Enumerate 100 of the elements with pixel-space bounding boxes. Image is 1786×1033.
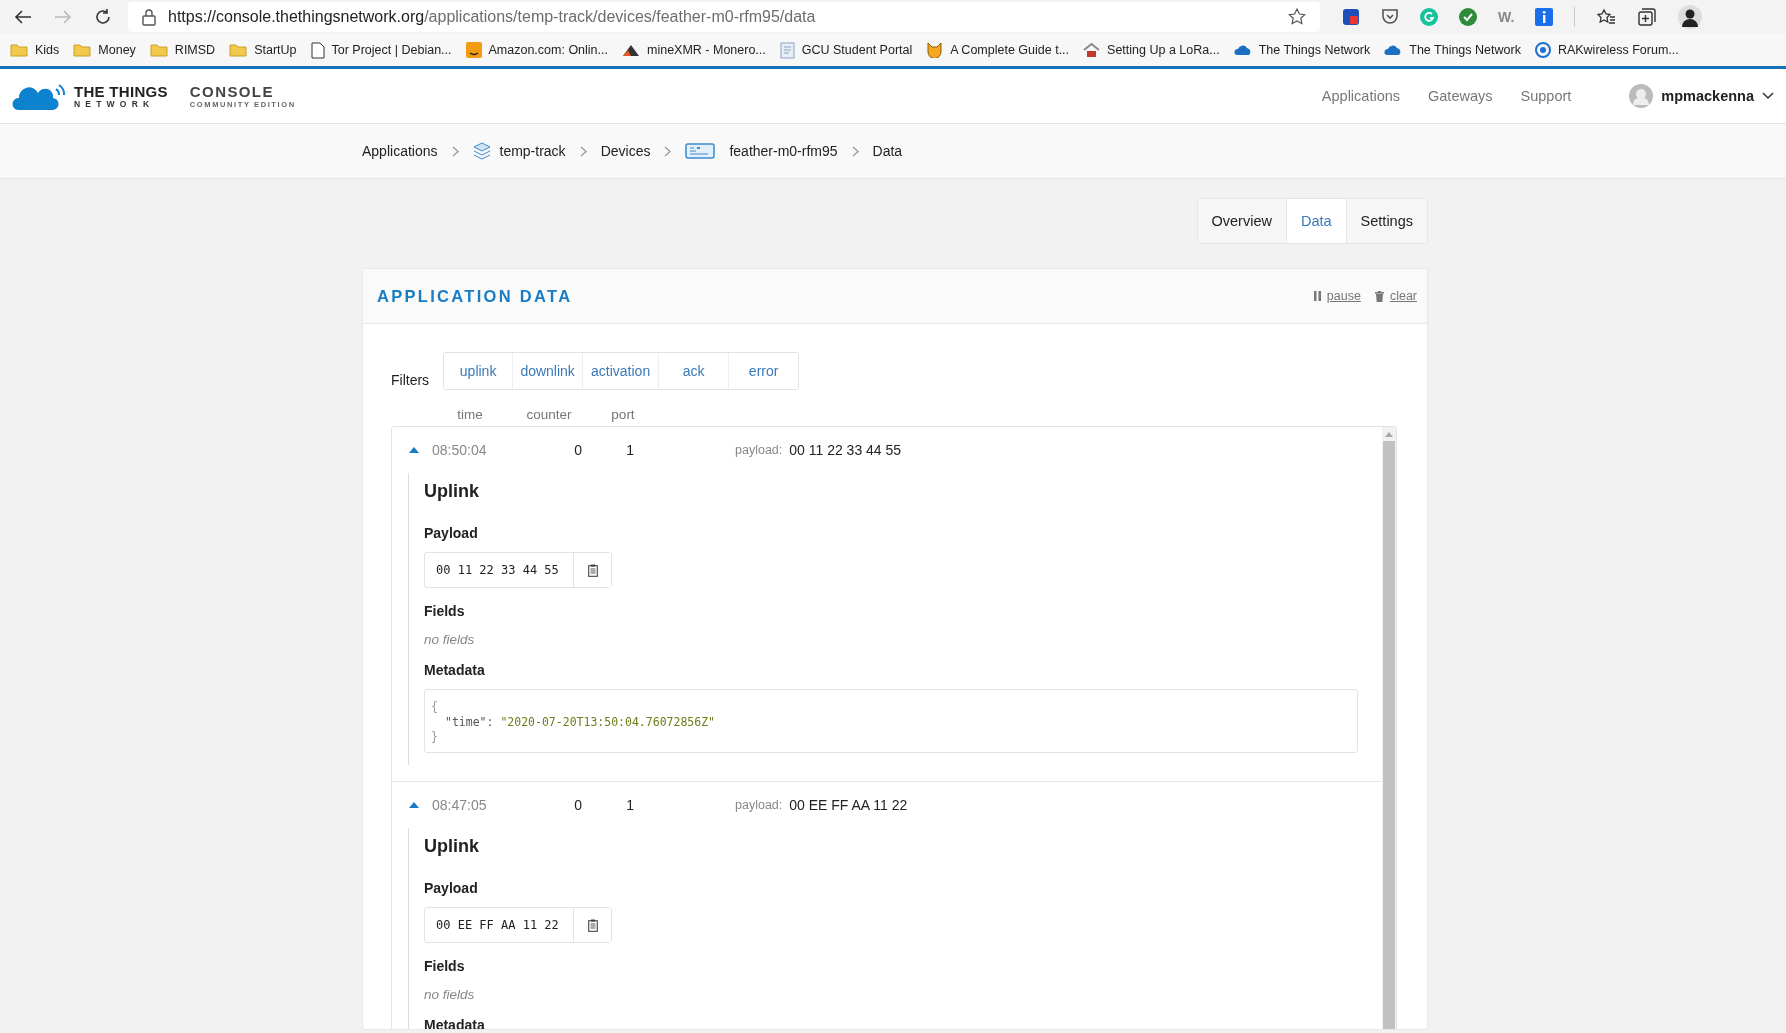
profile-avatar-icon[interactable] bbox=[1678, 5, 1703, 29]
nav-link[interactable]: Support bbox=[1520, 88, 1572, 104]
pause-icon bbox=[1313, 291, 1321, 301]
document-icon bbox=[779, 41, 795, 59]
copy-button[interactable] bbox=[573, 553, 611, 587]
copy-button[interactable] bbox=[573, 908, 611, 942]
message-port: 1 bbox=[625, 442, 634, 458]
action-link[interactable]: pause bbox=[1313, 289, 1361, 303]
column-header: counter bbox=[525, 406, 573, 422]
nav-link[interactable]: Applications bbox=[1321, 88, 1401, 104]
bookmark[interactable]: StartUp bbox=[229, 43, 297, 57]
bookmark[interactable]: Kids bbox=[10, 43, 60, 57]
cloud-logo-icon bbox=[12, 81, 66, 111]
bookmark[interactable]: Amazon.com: Onlin... bbox=[465, 42, 608, 58]
tab[interactable]: Data bbox=[1285, 199, 1346, 243]
bookmark[interactable]: Setting Up a LoRa... bbox=[1083, 42, 1220, 58]
favorites-icon[interactable] bbox=[1596, 8, 1617, 26]
shield-icon[interactable] bbox=[1342, 8, 1360, 26]
section-heading: Payload bbox=[424, 525, 478, 541]
info-icon[interactable] bbox=[1535, 8, 1554, 26]
document-icon bbox=[310, 41, 325, 59]
roof-icon bbox=[1083, 42, 1101, 58]
message-row[interactable]: 08:47:05 0 1 payload: 00 EE FF AA 11 22 bbox=[392, 782, 1382, 828]
lock-icon bbox=[142, 8, 156, 26]
message-type-title: Uplink bbox=[424, 481, 479, 502]
star-icon[interactable] bbox=[1288, 8, 1306, 26]
scrollbar[interactable] bbox=[1382, 427, 1396, 1029]
reload-icon[interactable] bbox=[94, 8, 112, 26]
chevron-right-icon bbox=[851, 145, 859, 157]
chevron-right-icon bbox=[579, 145, 587, 157]
payload-label: payload: bbox=[735, 798, 783, 812]
collections-icon[interactable] bbox=[1637, 7, 1658, 27]
caret-up-icon bbox=[409, 447, 419, 453]
payload-label: payload: bbox=[735, 443, 783, 457]
action-link[interactable]: clear bbox=[1374, 289, 1417, 303]
breadcrumb-link[interactable]: feather-m0-rfm95 bbox=[685, 142, 838, 160]
cloud-icon bbox=[1233, 44, 1252, 56]
payload-field[interactable]: 00 11 22 33 44 55 bbox=[424, 552, 612, 588]
check-circle-icon[interactable] bbox=[1459, 8, 1477, 26]
chevron-right-icon bbox=[451, 145, 459, 157]
column-header: time bbox=[456, 406, 484, 422]
device-board-icon bbox=[685, 142, 716, 160]
address-bar[interactable]: https://console.thethingsnetwork.org/applications/temp-track/devices/feather-m0-rfm95/data bbox=[128, 2, 1320, 32]
filters-label: Filters bbox=[391, 372, 430, 388]
filter-button[interactable]: error bbox=[728, 353, 799, 389]
column-header: port bbox=[610, 406, 636, 422]
cloud-icon bbox=[1384, 44, 1403, 56]
message-counter: 0 bbox=[573, 442, 582, 458]
stack-icon bbox=[472, 142, 491, 160]
breadcrumb-link[interactable]: Data bbox=[872, 143, 903, 159]
user-menu[interactable]: mpmackenna bbox=[1629, 84, 1774, 108]
message-port: 1 bbox=[625, 797, 634, 813]
bookmark[interactable]: Tor Project | Debian... bbox=[310, 41, 452, 59]
code-brace: { bbox=[431, 700, 438, 715]
breadcrumb-link[interactable]: Devices bbox=[600, 143, 651, 159]
code-line: "time": "2020-07-20T13:50:04.76072856Z" bbox=[444, 715, 716, 730]
caret-up-icon bbox=[409, 802, 419, 808]
folder-icon bbox=[229, 43, 248, 57]
product-name: CONSOLE bbox=[189, 83, 275, 99]
bookmark[interactable]: mineXMR - Monero... bbox=[622, 43, 766, 57]
folder-icon bbox=[149, 43, 168, 57]
payload-value: 00 EE FF AA 11 22 bbox=[789, 797, 908, 813]
breadcrumb-link[interactable]: Applications bbox=[362, 143, 438, 159]
card-title: APPLICATION DATA bbox=[377, 286, 573, 306]
logo-subtitle: NETWORK bbox=[74, 99, 156, 109]
nav-link[interactable]: Gateways bbox=[1428, 88, 1493, 104]
mountain-icon bbox=[622, 43, 640, 57]
cat-face-icon bbox=[926, 42, 944, 58]
bookmark[interactable]: The Things Network bbox=[1233, 43, 1371, 57]
section-heading: Fields bbox=[424, 958, 465, 974]
section-heading: Metadata bbox=[424, 662, 485, 678]
back-arrow-icon[interactable] bbox=[14, 9, 32, 25]
smile-square-icon bbox=[465, 42, 482, 58]
bookmark[interactable]: Money bbox=[73, 43, 136, 57]
bookmark[interactable]: The Things Network bbox=[1384, 43, 1521, 57]
pocket-icon[interactable] bbox=[1381, 8, 1399, 26]
message-time: 08:47:05 bbox=[432, 797, 488, 813]
logo-title: THE THINGS bbox=[74, 83, 168, 99]
folder-icon bbox=[73, 43, 92, 57]
folder-icon bbox=[10, 43, 28, 57]
chevron-down-icon bbox=[1762, 92, 1774, 100]
message-row[interactable]: 08:50:04 0 1 payload: 00 11 22 33 44 55 bbox=[392, 427, 1382, 473]
clipboard-icon bbox=[587, 563, 598, 577]
scroll-up-arrow-icon bbox=[1385, 432, 1393, 437]
empty-fields-note: no fields bbox=[424, 632, 475, 647]
avatar-icon bbox=[1629, 84, 1654, 108]
empty-fields-note: no fields bbox=[424, 987, 475, 1002]
bookmark[interactable]: RAKwireless Forum... bbox=[1534, 42, 1679, 58]
section-heading: Payload bbox=[424, 880, 478, 896]
message-type-title: Uplink bbox=[424, 836, 479, 857]
payload-field[interactable]: 00 EE FF AA 11 22 bbox=[424, 907, 612, 943]
clipboard-icon bbox=[587, 918, 598, 932]
tab[interactable]: Settings bbox=[1345, 199, 1427, 243]
section-heading: Fields bbox=[424, 603, 465, 619]
breadcrumb-link[interactable]: temp-track bbox=[472, 142, 566, 160]
chevron-right-icon bbox=[664, 145, 672, 157]
bookmark[interactable]: GCU Student Portal bbox=[779, 41, 913, 59]
bookmark[interactable]: A Complete Guide t... bbox=[926, 42, 1070, 58]
bookmark[interactable]: RIMSD bbox=[149, 43, 216, 57]
payload-value: 00 11 22 33 44 55 bbox=[789, 442, 902, 458]
